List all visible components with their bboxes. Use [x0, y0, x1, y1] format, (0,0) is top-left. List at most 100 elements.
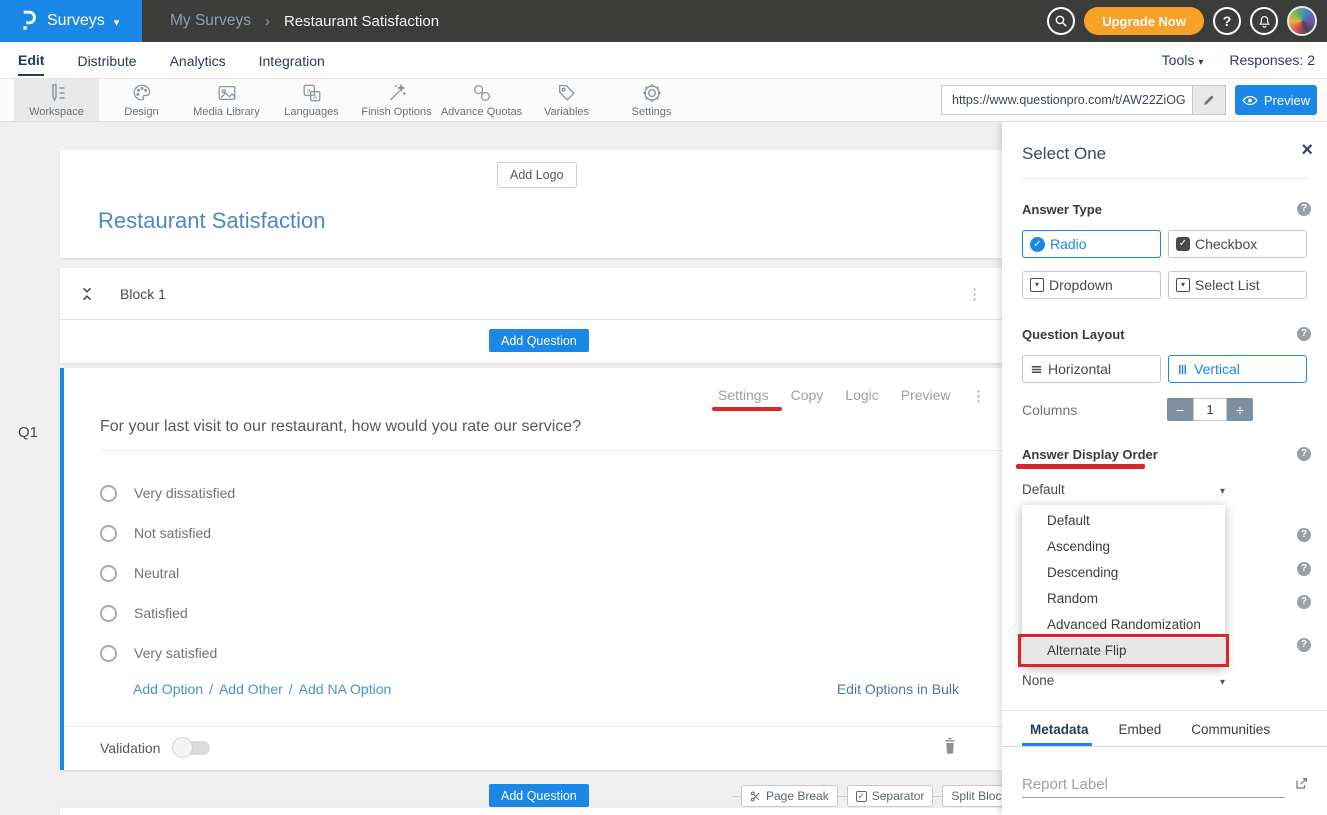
- chevron-down-icon: ▾: [1220, 486, 1225, 497]
- layout-vertical[interactable]: Vertical: [1168, 355, 1307, 383]
- collapse-block-icon[interactable]: [80, 284, 94, 304]
- tool-advance-quotas[interactable]: Advance Quotas: [439, 79, 524, 121]
- add-option-link[interactable]: Add Option: [133, 681, 203, 697]
- answer-type-checkbox[interactable]: ✓ Checkbox: [1168, 230, 1307, 258]
- question-tab-logic[interactable]: Logic: [845, 387, 878, 403]
- columns-value[interactable]: 1: [1193, 398, 1227, 421]
- tool-workspace[interactable]: Workspace: [14, 79, 99, 121]
- question-tab-settings[interactable]: Settings: [718, 387, 769, 403]
- tool-variables[interactable]: Variables: [524, 79, 609, 121]
- tab-analytics[interactable]: Analytics: [170, 45, 226, 75]
- menu-item-advanced-randomization[interactable]: Advanced Randomization: [1022, 612, 1225, 638]
- search-button[interactable]: [1047, 7, 1075, 35]
- answer-display-order-select[interactable]: Default ▾: [1022, 482, 1227, 504]
- tools-dropdown[interactable]: Tools▾: [1162, 52, 1204, 68]
- divider: [1002, 710, 1327, 711]
- tool-finish-options[interactable]: Finish Options: [354, 79, 439, 121]
- question-layout-label: Question Layout: [1022, 327, 1125, 342]
- question-card: Settings Copy Logic Preview ⋮ For your l…: [60, 368, 1002, 770]
- delete-question-button[interactable]: [942, 736, 958, 760]
- expand-icon[interactable]: [1294, 776, 1309, 796]
- survey-url-input[interactable]: [942, 86, 1192, 114]
- question-id-label: Q1: [18, 424, 38, 441]
- radio-button[interactable]: [100, 605, 117, 622]
- panel-tab-embed[interactable]: Embed: [1119, 722, 1162, 746]
- menu-item-default[interactable]: Default: [1022, 508, 1225, 534]
- add-logo-button[interactable]: Add Logo: [497, 162, 577, 188]
- survey-header-card: Add Logo Restaurant Satisfaction: [60, 150, 1002, 258]
- tab-integration[interactable]: Integration: [259, 45, 325, 75]
- gear-icon: [641, 82, 663, 104]
- bell-icon: [1257, 14, 1272, 29]
- notifications-button[interactable]: [1250, 7, 1278, 35]
- add-other-link[interactable]: Add Other: [219, 681, 283, 697]
- panel-title: Select One: [1022, 144, 1106, 164]
- vertical-bars-icon: [1176, 363, 1189, 376]
- columns-increase-button[interactable]: +: [1227, 398, 1253, 421]
- validation-row: Validation: [100, 740, 210, 756]
- scissors-icon: [750, 791, 761, 802]
- survey-title[interactable]: Restaurant Satisfaction: [98, 208, 325, 234]
- report-label-input[interactable]: [1022, 772, 1285, 798]
- add-question-button-bottom[interactable]: Add Question: [489, 784, 589, 807]
- menu-item-ascending[interactable]: Ascending: [1022, 534, 1225, 560]
- radio-button[interactable]: [100, 565, 117, 582]
- tool-languages[interactable]: aA Languages: [269, 79, 354, 121]
- tool-settings[interactable]: Settings: [609, 79, 694, 121]
- breadcrumb-my-surveys[interactable]: My Surveys: [170, 12, 251, 30]
- breadcrumb-current: Restaurant Satisfaction: [284, 13, 439, 30]
- option-row: Not satisfied: [100, 513, 235, 553]
- menu-item-descending[interactable]: Descending: [1022, 560, 1225, 586]
- question-tab-copy[interactable]: Copy: [791, 387, 824, 403]
- avatar[interactable]: [1287, 6, 1317, 36]
- validation-toggle[interactable]: [174, 741, 210, 755]
- preview-button[interactable]: Preview: [1235, 85, 1317, 115]
- block-title[interactable]: Block 1: [120, 286, 166, 302]
- radio-button[interactable]: [100, 645, 117, 662]
- radio-button[interactable]: [100, 525, 117, 542]
- tool-media-library[interactable]: Media Library: [184, 79, 269, 121]
- answer-type-select-list[interactable]: ▾ Select List: [1168, 271, 1307, 299]
- none-select[interactable]: None ▾: [1022, 673, 1227, 695]
- tab-distribute[interactable]: Distribute: [77, 45, 136, 75]
- tab-edit[interactable]: Edit: [18, 44, 44, 76]
- tool-design[interactable]: Design: [99, 79, 184, 121]
- option-row: Very satisfied: [100, 633, 235, 673]
- upgrade-button[interactable]: Upgrade Now: [1084, 7, 1204, 35]
- edit-options-in-bulk-link[interactable]: Edit Options in Bulk: [837, 681, 959, 697]
- menu-item-random[interactable]: Random: [1022, 586, 1225, 612]
- help-icon[interactable]: ?: [1297, 327, 1311, 341]
- menu-item-alternate-flip[interactable]: Alternate Flip: [1022, 638, 1225, 664]
- page-break-button[interactable]: Page Break: [741, 785, 838, 807]
- product-switcher[interactable]: Surveys ▾: [0, 0, 142, 42]
- answer-type-radio[interactable]: ✓ Radio: [1022, 230, 1161, 258]
- question-menu-icon[interactable]: ⋮: [971, 387, 986, 405]
- question-tab-preview[interactable]: Preview: [901, 387, 951, 403]
- add-na-option-link[interactable]: Add NA Option: [299, 681, 392, 697]
- help-button[interactable]: ?: [1213, 7, 1241, 35]
- help-icon[interactable]: ?: [1297, 595, 1311, 609]
- radio-selected-icon: ✓: [1030, 237, 1045, 252]
- block-menu-icon[interactable]: ⋮: [967, 285, 982, 303]
- responses-count[interactable]: Responses: 2: [1229, 52, 1315, 68]
- columns-label: Columns: [1022, 402, 1077, 418]
- columns-decrease-button[interactable]: −: [1167, 398, 1193, 421]
- radio-button[interactable]: [100, 485, 117, 502]
- tag-icon: [556, 82, 578, 104]
- answer-type-dropdown[interactable]: ▾ Dropdown: [1022, 271, 1161, 299]
- help-icon[interactable]: ?: [1297, 202, 1311, 216]
- add-question-button-top[interactable]: Add Question: [489, 329, 589, 352]
- layout-horizontal[interactable]: Horizontal: [1022, 355, 1161, 383]
- panel-tab-communities[interactable]: Communities: [1191, 722, 1270, 746]
- separator-button[interactable]: ✓ Separator: [847, 785, 934, 807]
- select-list-icon: ▾: [1176, 278, 1190, 292]
- question-text[interactable]: For your last visit to our restaurant, h…: [100, 418, 581, 436]
- close-icon[interactable]: ×: [1301, 140, 1313, 160]
- report-label-row: [1022, 772, 1309, 798]
- edit-url-button[interactable]: [1192, 86, 1225, 114]
- help-icon[interactable]: ?: [1297, 562, 1311, 576]
- help-icon[interactable]: ?: [1297, 528, 1311, 542]
- help-icon[interactable]: ?: [1297, 447, 1311, 461]
- option-row: Very dissatisfied: [100, 473, 235, 513]
- help-icon[interactable]: ?: [1297, 638, 1311, 652]
